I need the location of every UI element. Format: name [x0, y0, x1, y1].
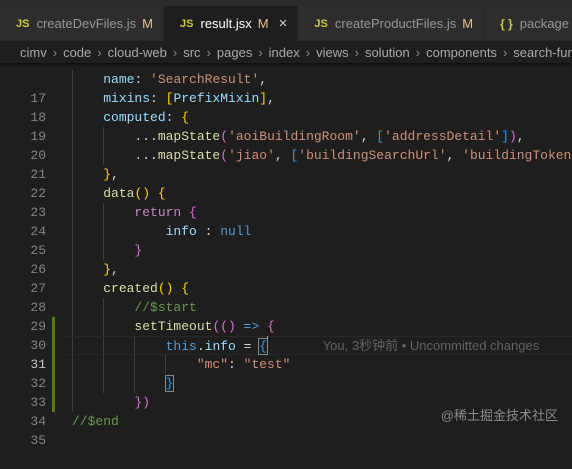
code-line: 22 }, — [0, 165, 572, 201]
tab-package[interactable]: { } package — [484, 6, 572, 41]
chevron-right-icon: › — [354, 44, 359, 60]
tab-label: createProductFiles.js — [334, 16, 457, 31]
breadcrumb-item[interactable]: components — [426, 45, 497, 60]
breadcrumb: cimv › code › cloud-web › src › pages › index… — [0, 41, 572, 63]
js-file-icon: JS — [16, 17, 30, 30]
tab-label: result.jsx — [200, 16, 252, 31]
close-icon[interactable]: × — [279, 15, 288, 32]
modified-indicator: M — [142, 16, 154, 31]
git-blame-annotation: You, 3秒钟前 • Uncommitted changes — [322, 338, 540, 353]
breadcrumb-item[interactable]: index — [269, 45, 300, 60]
code-line: 23 data() { — [0, 184, 572, 220]
code-line: 33 } — [0, 374, 572, 410]
breadcrumb-item[interactable]: search-func — [513, 45, 572, 60]
watermark: @稀土掘金技术社区 — [440, 408, 558, 423]
breadcrumb-item[interactable]: code — [63, 45, 91, 60]
code-editor[interactable]: 17 name: 'SearchResult', 18 mixins: [Pre… — [0, 70, 572, 448]
chevron-right-icon: › — [52, 44, 58, 60]
code-line: 29 //$start — [0, 298, 572, 334]
chevron-right-icon: › — [206, 44, 211, 60]
code-line: 18 mixins: [PrefixMixin], — [0, 89, 572, 125]
breadcrumb-item[interactable]: src — [183, 45, 200, 60]
json-file-icon: { } — [500, 16, 513, 31]
code-line: 26 } — [0, 241, 572, 277]
chevron-right-icon: › — [97, 44, 102, 60]
breadcrumb-item[interactable]: cloud-web — [108, 45, 167, 60]
code-line: 30 setTimeout(() => { — [0, 317, 572, 353]
modified-indicator: M — [257, 16, 269, 31]
breadcrumb-item[interactable]: cimv — [20, 45, 47, 60]
js-file-icon: JS — [314, 17, 328, 30]
code-line-current: 31 this.info = { You, 3秒钟前 • Uncommitted… — [0, 336, 572, 372]
chevron-right-icon: › — [415, 44, 421, 60]
editor-tab-bar: JS createDevFiles.js M JS result.jsx M ×… — [0, 6, 572, 41]
chevron-right-icon: › — [502, 44, 508, 60]
code-line: 19 computed: { — [0, 108, 572, 144]
tab-label: package — [519, 16, 569, 31]
breadcrumb-item[interactable]: solution — [365, 45, 410, 60]
breadcrumb-item[interactable]: views — [316, 45, 349, 60]
chevron-right-icon: › — [258, 44, 263, 60]
text-cursor — [267, 336, 269, 353]
code-line: 17 name: 'SearchResult', — [0, 70, 572, 106]
chevron-right-icon: › — [172, 44, 178, 60]
tab-label: createDevFiles.js — [36, 16, 137, 31]
tab-createDevFiles[interactable]: JS createDevFiles.js M — [0, 6, 165, 41]
tab-result[interactable]: JS result.jsx M × — [164, 6, 299, 41]
chevron-right-icon: › — [305, 44, 311, 60]
code-line: 20 ...mapState('aoiBuildingRoom', ['addr… — [0, 127, 572, 163]
code-line: 27 }, — [0, 260, 572, 296]
modified-indicator: M — [462, 16, 474, 31]
code-line: 21 ...mapState('jiao', ['buildingSearchU… — [0, 146, 572, 182]
code-line: 24 return { — [0, 203, 572, 239]
code-line: 28 created() { — [0, 279, 572, 315]
js-file-icon: JS — [180, 17, 194, 30]
code-line: 32 "mc": "test" — [0, 355, 572, 391]
tab-createProductFiles[interactable]: JS createProductFiles.js M — [298, 6, 485, 41]
code-line: 25 info : null — [0, 222, 572, 258]
line-number: 35 — [30, 433, 46, 448]
breadcrumb-item[interactable]: pages — [217, 45, 252, 60]
